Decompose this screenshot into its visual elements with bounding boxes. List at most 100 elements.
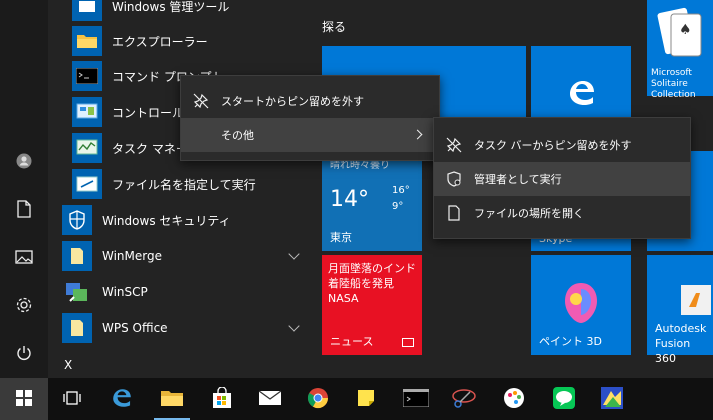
sticky-note-icon xyxy=(357,389,375,410)
menu-item-label: タスク バーからピン留めを外す xyxy=(474,139,632,152)
pictures-button[interactable] xyxy=(0,238,48,278)
shield-icon xyxy=(62,205,92,235)
taskbar-app-generic[interactable] xyxy=(588,378,636,420)
weather-city: 東京 xyxy=(330,231,352,244)
gear-icon xyxy=(15,296,33,317)
weather-low: 9° xyxy=(392,201,404,212)
chevron-down-icon[interactable] xyxy=(288,248,300,260)
tile-solitaire[interactable]: ♠ Microsoft Solitaire Collection xyxy=(647,0,713,100)
app-list: Windows 管理ツール エクスプローラー コマンド プロンプト コントロール… xyxy=(48,0,310,378)
taskbar-store[interactable] xyxy=(198,378,246,420)
app-item-windows-security[interactable]: Windows セキュリティ xyxy=(48,202,310,238)
start-left-rail xyxy=(0,0,48,378)
task-manager-icon xyxy=(72,133,102,163)
settings-button[interactable] xyxy=(0,286,48,326)
cards-icon: ♠ xyxy=(653,6,707,67)
terminal-icon xyxy=(72,61,102,91)
edge-icon xyxy=(111,387,133,412)
edge-icon xyxy=(567,78,597,111)
tile-group-header[interactable]: 探る xyxy=(322,18,346,35)
store-bag-icon xyxy=(211,385,233,412)
admin-shield-icon xyxy=(434,171,474,187)
app-label: エクスプローラー xyxy=(112,34,208,49)
paint3d-icon xyxy=(563,281,599,328)
taskbar-mail[interactable] xyxy=(246,378,294,420)
taskbar-command-prompt[interactable] xyxy=(392,378,440,420)
run-icon xyxy=(72,169,102,199)
task-view-icon xyxy=(63,390,81,409)
folder-icon xyxy=(62,241,92,271)
chevron-down-icon[interactable] xyxy=(288,320,300,332)
chevron-right-icon xyxy=(412,129,423,140)
taskbar-edge[interactable] xyxy=(98,378,146,420)
context-submenu: タスク バーからピン留めを外す 管理者として実行 ファイルの場所を開く xyxy=(433,117,691,239)
app-label: WinSCP xyxy=(102,285,148,299)
svg-text:♠: ♠ xyxy=(679,22,692,38)
taskbar xyxy=(0,378,713,420)
tile-autodesk[interactable]: Autodesk Fusion 360 xyxy=(647,255,713,365)
tile-news[interactable]: 月面墜落のインド着陸船を発見 NASA ニュース xyxy=(322,255,422,355)
folder-tools-icon xyxy=(72,0,102,21)
menu-item-open-location[interactable]: ファイルの場所を開く xyxy=(434,196,690,230)
menu-item-label: 管理者として実行 xyxy=(474,173,562,186)
mail-icon xyxy=(258,389,282,410)
picture-icon xyxy=(15,249,33,267)
unpin-icon xyxy=(434,137,474,153)
scissors-icon xyxy=(451,387,477,412)
app-label: Windows 管理ツール xyxy=(112,0,230,14)
app-item-wps-office[interactable]: WPS Office xyxy=(48,310,310,346)
app-label: Windows セキュリティ xyxy=(102,213,231,228)
windows-logo-icon xyxy=(16,389,32,409)
tile-paint3d[interactable]: ペイント 3D xyxy=(531,255,631,355)
line-icon xyxy=(553,386,575,412)
folder-icon xyxy=(62,313,92,343)
section-letter-x[interactable]: X xyxy=(64,358,72,372)
paint3d-label: ペイント 3D xyxy=(539,335,602,348)
solitaire-label: Microsoft Solitaire Collection xyxy=(651,68,696,100)
taskbar-sticky-notes[interactable] xyxy=(342,378,390,420)
start-button[interactable] xyxy=(0,378,48,420)
news-headline: 月面墜落のインド着陸船を発見 NASA xyxy=(328,262,416,305)
app-icon xyxy=(601,386,623,412)
menu-item-unpin-taskbar[interactable]: タスク バーからピン留めを外す xyxy=(434,128,690,162)
app-item-run[interactable]: ファイル名を指定して実行 xyxy=(48,166,310,202)
news-label: ニュース xyxy=(330,335,374,348)
folder-icon xyxy=(160,389,184,410)
terminal-icon xyxy=(402,388,430,410)
user-icon xyxy=(16,153,32,172)
unpin-icon xyxy=(181,93,221,109)
control-panel-icon xyxy=(72,97,102,127)
app-label: WinMerge xyxy=(102,249,162,263)
user-account-button[interactable] xyxy=(0,142,48,182)
menu-item-label: ファイルの場所を開く xyxy=(474,207,584,220)
taskbar-explorer[interactable] xyxy=(148,378,196,420)
winscp-icon xyxy=(62,277,92,307)
autodesk-icon xyxy=(681,285,711,315)
palette-icon xyxy=(503,387,525,412)
context-menu: スタートからピン留めを外す その他 xyxy=(180,75,440,161)
power-icon xyxy=(16,345,32,364)
menu-item-more[interactable]: その他 xyxy=(181,118,439,152)
autodesk-label: Autodesk Fusion 360 xyxy=(655,322,707,365)
taskbar-chrome[interactable] xyxy=(294,378,342,420)
app-item-windows-admin-tools[interactable]: Windows 管理ツール xyxy=(48,0,310,24)
app-item-explorer[interactable]: エクスプローラー xyxy=(48,23,310,59)
taskbar-line[interactable] xyxy=(540,378,588,420)
power-button[interactable] xyxy=(0,334,48,374)
taskbar-snipping-tool[interactable] xyxy=(440,378,488,420)
news-icon xyxy=(402,338,414,347)
app-item-winscp[interactable]: WinSCP xyxy=(48,274,310,310)
weather-temp: 14° xyxy=(330,187,369,212)
app-item-winmerge[interactable]: WinMerge xyxy=(48,238,310,274)
folder-icon xyxy=(72,26,102,56)
menu-item-label: その他 xyxy=(221,129,254,142)
document-icon xyxy=(434,205,474,221)
task-view-button[interactable] xyxy=(48,378,96,420)
taskbar-app-palette[interactable] xyxy=(490,378,538,420)
menu-item-unpin-start[interactable]: スタートからピン留めを外す xyxy=(181,84,439,118)
menu-item-run-as-admin[interactable]: 管理者として実行 xyxy=(434,162,690,196)
documents-button[interactable] xyxy=(0,190,48,230)
menu-item-label: スタートからピン留めを外す xyxy=(221,95,364,108)
tile-weather[interactable]: 晴れ時々曇り 14° 16° 9° 東京 xyxy=(322,151,422,251)
weather-high: 16° xyxy=(392,185,410,196)
